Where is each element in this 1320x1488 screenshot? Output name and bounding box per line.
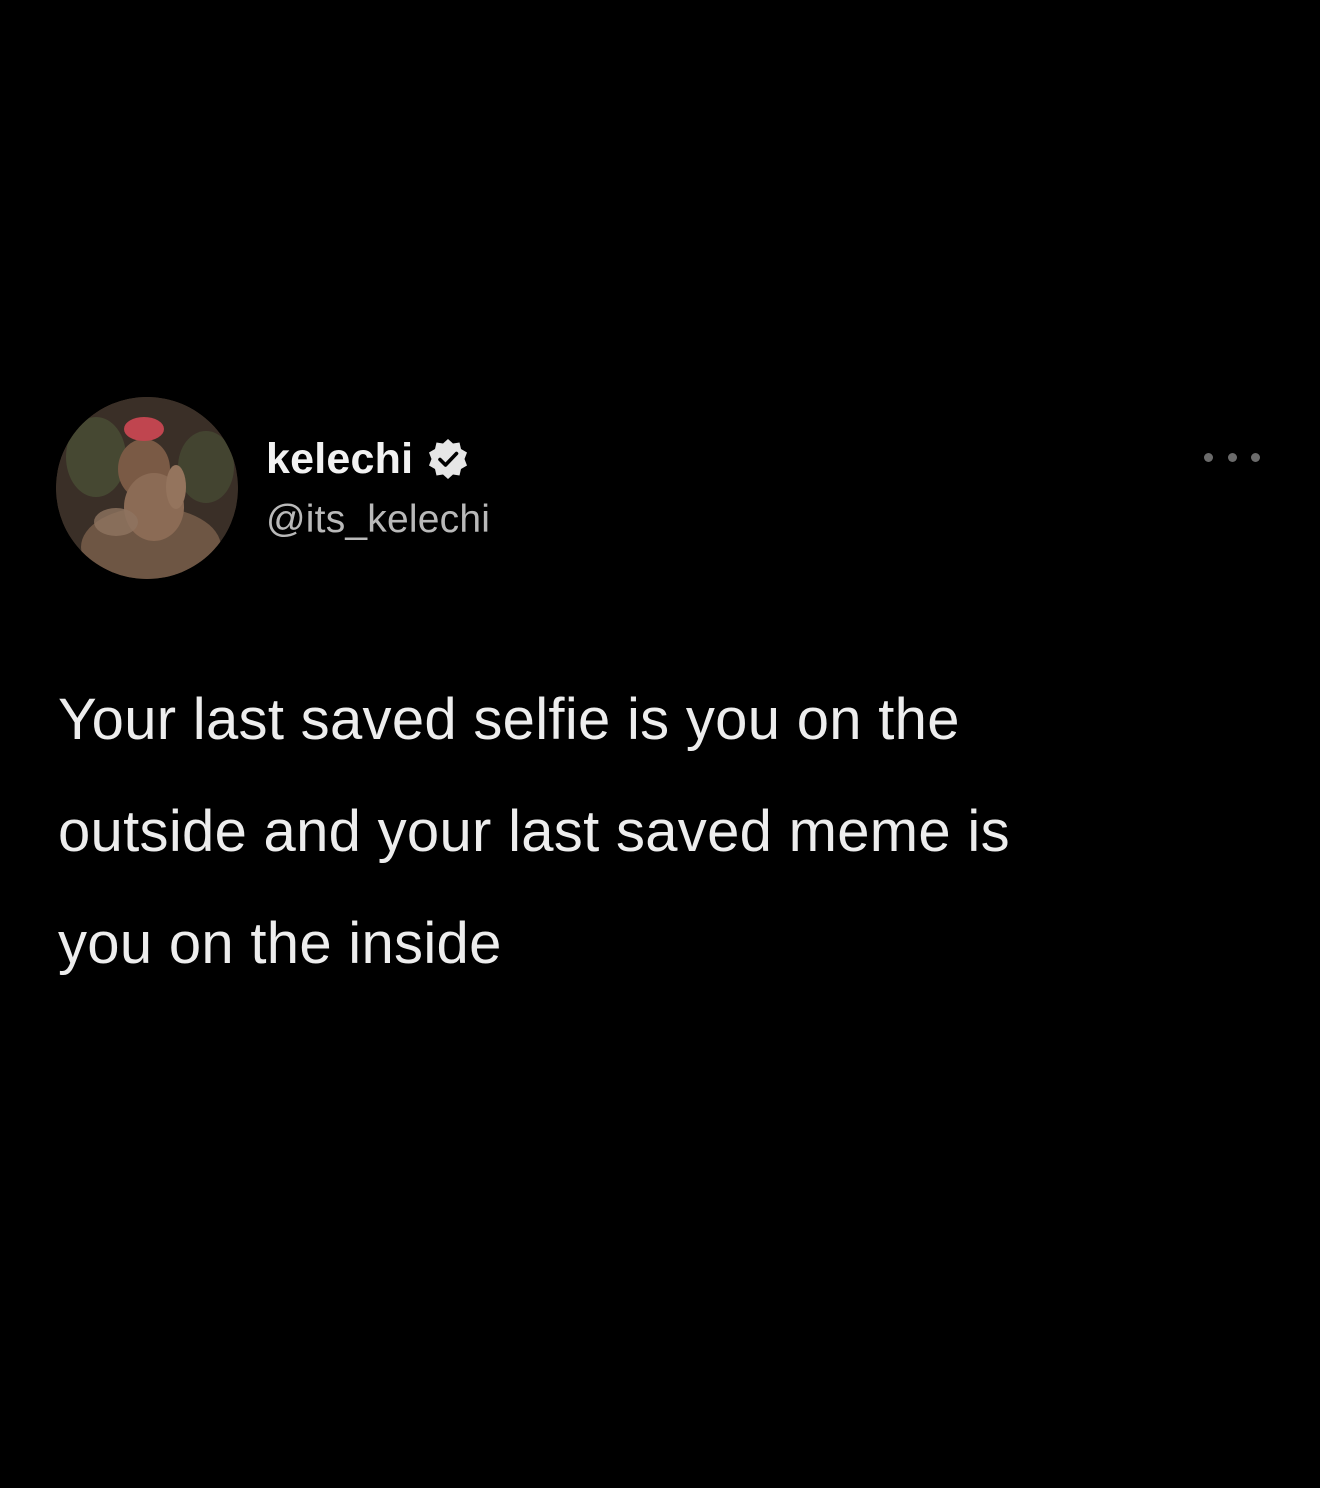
more-horizontal-icon[interactable] [1204,444,1260,470]
author-names: kelechi @its_kelechi [266,428,490,542]
verified-badge-icon [426,437,470,481]
profile-photo-icon [56,397,238,579]
tweet-text-line: Your last saved selfie is you on the [58,687,960,752]
more-dot [1251,452,1260,462]
more-dot [1204,452,1213,462]
tweet-card: kelechi @its_kelechi Your last saved sel… [0,0,1320,1488]
user-handle[interactable]: @its_kelechi [266,498,490,542]
display-name-row: kelechi [266,428,490,490]
avatar[interactable] [56,397,238,579]
tweet-text-line: outside and your last saved meme is [58,799,1010,864]
tweet-text-line: you on the inside [58,911,502,976]
display-name[interactable]: kelechi [266,435,413,484]
tweet-text: Your last saved selfie is you on the out… [58,664,1278,1000]
more-dot [1227,452,1237,462]
